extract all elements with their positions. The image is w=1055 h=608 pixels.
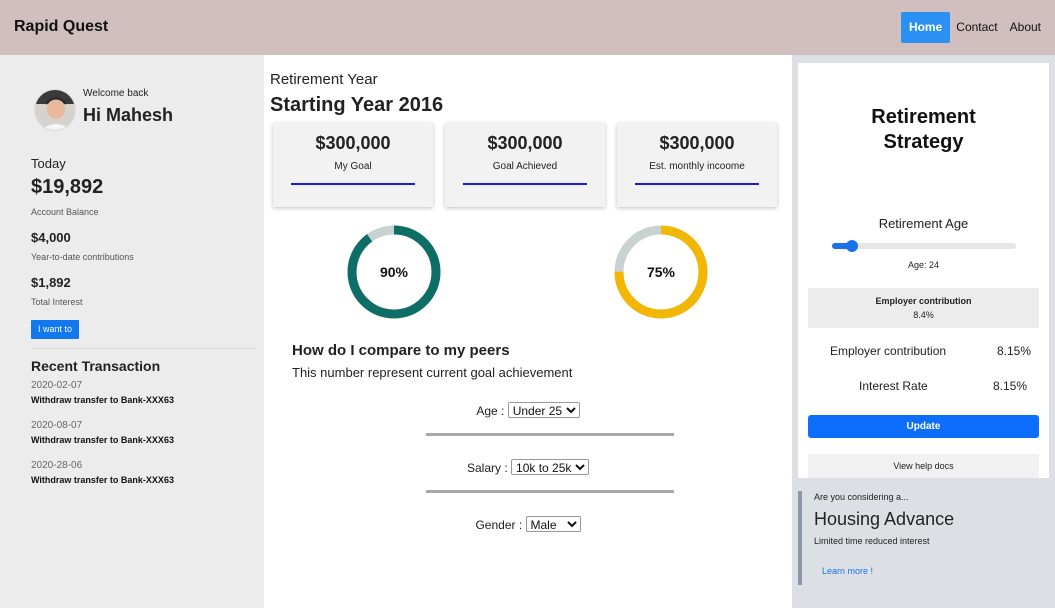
view-help-docs-button[interactable]: View help docs: [808, 454, 1039, 478]
gender-select[interactable]: Male: [525, 516, 581, 532]
goal-card: $300,000 My Goal: [273, 123, 433, 207]
goal-achieved-label: Goal Achieved: [492, 161, 558, 172]
monthly-income-value: $300,000: [659, 133, 735, 153]
account-sidebar: Welcome back Hi Mahesh Today $19,892 Acc…: [0, 55, 264, 608]
employer-contribution-box: Employer contribution 8.4%: [808, 288, 1039, 328]
goal-card-label: My Goal: [334, 161, 372, 172]
promo-subtitle: Limited time reduced interest: [814, 536, 930, 546]
account-balance-label: Account Balance: [31, 207, 99, 217]
salary-filter-label: Salary :: [466, 461, 508, 475]
nav-links: Home Contact About: [900, 12, 1047, 43]
retirement-strategy-card: Retirement Strategy Retirement Age Age: …: [798, 63, 1049, 478]
recent-transaction-title: Recent Transaction: [31, 358, 161, 374]
employer-contribution-label: Employer contribution: [830, 344, 947, 358]
gender-filter-label: Gender :: [475, 518, 523, 532]
nav-about-link[interactable]: About: [1004, 12, 1047, 43]
sidebar-divider: [31, 348, 257, 349]
transaction-item: 2020-02-07 Withdraw transfer to Bank-XXX…: [31, 380, 251, 405]
retirement-main-panel: Retirement Year Starting Year 2016 $300,…: [264, 55, 792, 608]
goal-progress-donut-75: 75%: [614, 225, 708, 319]
strategy-title-line1: Retirement: [871, 106, 976, 128]
update-button[interactable]: Update: [808, 415, 1039, 438]
account-balance-value: $19,892: [31, 176, 104, 198]
nav-home-link[interactable]: Home: [900, 12, 951, 43]
promo-title: Housing Advance: [814, 509, 955, 529]
transaction-date: 2020-28-06: [31, 460, 83, 471]
monthly-income-card: $300,000 Est. monthly incoome: [617, 123, 777, 207]
top-navbar: Rapid Quest Home Contact About: [0, 0, 1055, 55]
filter-divider: [426, 433, 674, 436]
interest-rate-label: Interest Rate: [859, 379, 928, 393]
transaction-date: 2020-08-07: [31, 420, 83, 431]
transaction-item: 2020-28-06 Withdraw transfer to Bank-XXX…: [31, 460, 251, 485]
learn-more-link[interactable]: Learn more !: [822, 566, 873, 576]
monthly-income-label: Est. monthly incoome: [649, 161, 745, 172]
retirement-age-label: Retirement Age: [878, 216, 969, 231]
salary-filter: Salary : 10k to 25k: [264, 459, 792, 475]
age-filter: Age : Under 25: [264, 402, 792, 418]
ytd-contributions-value: $4,000: [31, 230, 71, 245]
retirement-age-slider[interactable]: [832, 240, 1016, 252]
goal-progress-donut-90: 90%: [347, 225, 441, 319]
donut-percent-label: 90%: [380, 264, 409, 280]
page-title: Starting Year 2016: [270, 94, 444, 116]
goal-achieved-underline: [463, 183, 587, 185]
greeting-heading: Hi Mahesh: [83, 105, 174, 125]
user-avatar-icon: [35, 90, 75, 130]
today-label: Today: [31, 156, 66, 171]
peers-heading: How do I compare to my peers: [292, 342, 510, 359]
retirement-year-subtitle: Retirement Year: [270, 71, 378, 88]
brand-name[interactable]: Rapid Quest: [14, 18, 108, 36]
employer-box-value: 8.4%: [913, 310, 934, 320]
avatar: [34, 89, 76, 131]
i-want-to-button[interactable]: I want to: [31, 320, 79, 339]
interest-rate-value: 8.15%: [993, 379, 1028, 393]
nav-contact-link[interactable]: Contact: [950, 12, 1003, 43]
salary-select[interactable]: 10k to 25k: [511, 459, 590, 475]
total-interest-label: Total Interest: [31, 297, 83, 307]
peers-description: This number represent current goal achie…: [292, 365, 573, 380]
age-readout: Age: 24: [907, 260, 940, 270]
employer-box-title: Employer contribution: [875, 296, 972, 306]
housing-advance-promo: Are you considering a... Housing Advance…: [798, 491, 1049, 585]
transaction-description: Withdraw transfer to Bank-XXX63: [31, 395, 174, 405]
monthly-income-underline: [635, 183, 759, 185]
age-filter-label: Age :: [476, 404, 505, 418]
promo-pretext: Are you considering a...: [814, 492, 909, 502]
age-select[interactable]: Under 25: [507, 402, 580, 418]
strategy-panel: Retirement Strategy Retirement Age Age: …: [792, 55, 1055, 608]
goal-achieved-card: $300,000 Goal Achieved: [445, 123, 605, 207]
gender-filter: Gender : Male: [264, 516, 792, 532]
ytd-contributions-label: Year-to-date contributions: [31, 252, 134, 262]
goal-achieved-value: $300,000: [487, 133, 563, 153]
donut-percent-label: 75%: [647, 264, 676, 280]
transaction-date: 2020-02-07: [31, 380, 83, 391]
goal-card-underline: [291, 183, 415, 185]
goal-card-value: $300,000: [315, 133, 391, 153]
total-interest-value: $1,892: [31, 275, 71, 290]
slider-thumb[interactable]: [846, 240, 859, 252]
strategy-title-line2: Strategy: [883, 131, 964, 153]
transaction-description: Withdraw transfer to Bank-XXX63: [31, 475, 174, 485]
transaction-description: Withdraw transfer to Bank-XXX63: [31, 435, 174, 445]
transaction-item: 2020-08-07 Withdraw transfer to Bank-XXX…: [31, 420, 251, 445]
filter-divider: [426, 490, 674, 493]
employer-contribution-value: 8.15%: [997, 344, 1032, 358]
welcome-text: Welcome back: [83, 88, 149, 99]
strategy-title: Retirement Strategy: [798, 105, 1049, 155]
